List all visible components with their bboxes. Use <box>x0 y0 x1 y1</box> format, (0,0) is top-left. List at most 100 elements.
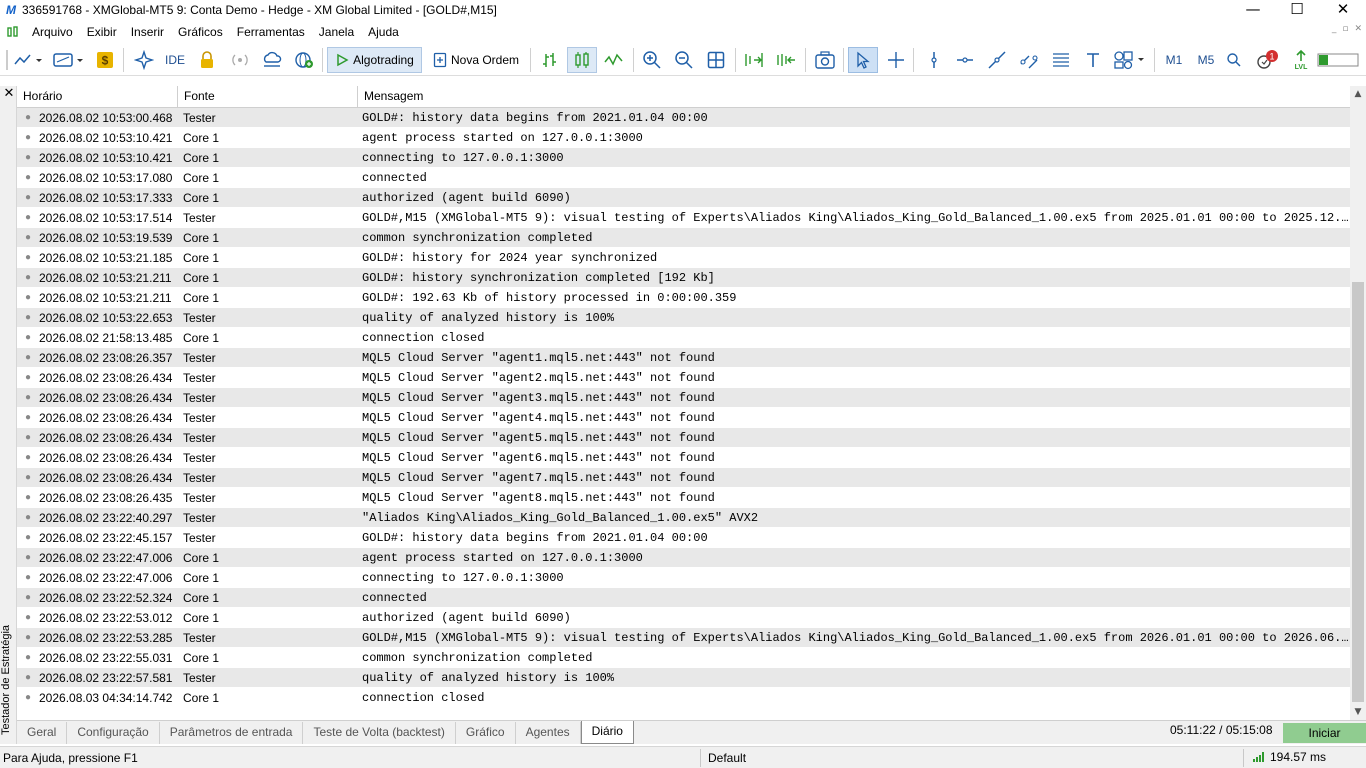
scroll-up-icon[interactable]: ▲ <box>1350 86 1366 102</box>
table-row[interactable]: ● 2026.08.02 23:22:55.031 Core 1 common syn… <box>17 648 1350 668</box>
notifications-icon[interactable]: 1 <box>1252 47 1280 73</box>
close-panel-icon[interactable]: ✕ <box>2 87 16 101</box>
vertical-line-icon[interactable] <box>922 47 946 73</box>
start-button[interactable]: Iniciar <box>1283 723 1366 743</box>
status-connection[interactable]: 194.57 ms <box>1252 750 1326 764</box>
close-button[interactable]: ✕ <box>1320 0 1366 18</box>
bar-chart-icon[interactable] <box>538 47 562 73</box>
menu-inserir[interactable]: Inserir <box>125 21 172 43</box>
trendline-icon[interactable] <box>985 47 1009 73</box>
zoom-in-icon[interactable] <box>640 47 664 73</box>
row-message: GOLD#: history data begins from 2021.01.… <box>362 530 708 545</box>
timeframe-m5-button[interactable]: M5 <box>1192 47 1220 73</box>
table-row[interactable]: ● 2026.08.02 23:22:53.285 Tester GOLD#,M15 … <box>17 628 1350 648</box>
table-row[interactable]: ● 2026.08.02 10:53:17.333 Core 1 authorized… <box>17 188 1350 208</box>
tab-configura-o[interactable]: Configuração <box>67 722 160 744</box>
scroll-down-icon[interactable]: ▼ <box>1350 704 1366 720</box>
row-bullet-icon: ● <box>24 131 32 143</box>
mdi-restore-button[interactable]: ▫ <box>1342 24 1348 34</box>
column-header-message[interactable]: Mensagem <box>358 86 1350 108</box>
table-row[interactable]: ● 2026.08.02 23:08:26.434 Tester MQL5 Cloud… <box>17 368 1350 388</box>
table-row[interactable]: ● 2026.08.02 23:22:47.006 Core 1 agent proc… <box>17 548 1350 568</box>
table-row[interactable]: ● 2026.08.02 10:53:00.468 Tester GOLD#: his… <box>17 108 1350 128</box>
tab-teste-de-volta-backtest[interactable]: Teste de Volta (backtest) <box>303 722 456 744</box>
status-profile: Default <box>708 751 747 765</box>
table-row[interactable]: ● 2026.08.02 10:53:17.080 Core 1 connected <box>17 168 1350 188</box>
cloud-icon[interactable] <box>260 47 284 73</box>
menu-janela[interactable]: Janela <box>313 21 362 43</box>
menu-ajuda[interactable]: Ajuda <box>362 21 407 43</box>
mdi-minimize-button[interactable]: _ <box>1332 24 1337 34</box>
zoom-out-icon[interactable] <box>672 47 696 73</box>
lock-icon[interactable] <box>196 47 218 73</box>
sparkle-icon[interactable] <box>132 47 156 73</box>
table-row[interactable]: ● 2026.08.02 23:08:26.434 Tester MQL5 Cloud… <box>17 408 1350 428</box>
table-row[interactable]: ● 2026.08.02 23:08:26.435 Tester MQL5 Cloud… <box>17 488 1350 508</box>
chart-shift-icon[interactable] <box>742 47 766 73</box>
minimize-button[interactable]: — <box>1230 0 1276 18</box>
mdi-close-button[interactable]: ✕ <box>1354 24 1362 34</box>
table-row[interactable]: ● 2026.08.02 23:22:53.012 Core 1 authorized… <box>17 608 1350 628</box>
table-row[interactable]: ● 2026.08.02 23:22:40.297 Tester "Aliados K… <box>17 508 1350 528</box>
table-row[interactable]: ● 2026.08.02 23:22:45.157 Tester GOLD#: his… <box>17 528 1350 548</box>
signal-icon[interactable] <box>228 47 252 73</box>
menu-exibir[interactable]: Exibir <box>81 21 125 43</box>
maximize-button[interactable]: ☐ <box>1274 0 1320 18</box>
row-source: Core 1 <box>183 250 220 265</box>
line-chart-icon[interactable] <box>602 47 626 73</box>
table-row[interactable]: ● 2026.08.02 10:53:21.185 Core 1 GOLD#: his… <box>17 248 1350 268</box>
candlestick-icon[interactable] <box>567 47 597 73</box>
new-order-button[interactable]: Nova Ordem <box>428 47 524 73</box>
table-row[interactable]: ● 2026.08.02 10:53:21.211 Core 1 GOLD#: his… <box>17 268 1350 288</box>
timeframe-m5-label: M5 <box>1197 53 1215 67</box>
algotrading-button[interactable]: Algotrading <box>327 47 422 73</box>
timeframe-m1-button[interactable]: M1 <box>1160 47 1188 73</box>
table-row[interactable]: ● 2026.08.02 10:53:10.421 Core 1 connecting… <box>17 148 1350 168</box>
table-row[interactable]: ● 2026.08.02 10:53:19.539 Core 1 common syn… <box>17 228 1350 248</box>
scroll-thumb[interactable] <box>1352 282 1364 702</box>
tab-agentes[interactable]: Agentes <box>516 722 581 744</box>
vertical-scrollbar[interactable]: ▲ ▼ <box>1350 86 1366 720</box>
table-row[interactable]: ● 2026.08.02 23:08:26.434 Tester MQL5 Cloud… <box>17 428 1350 448</box>
column-header-time[interactable]: Horário <box>17 86 178 108</box>
tile-windows-icon[interactable] <box>704 47 728 73</box>
table-row[interactable]: ● 2026.08.02 10:53:21.211 Core 1 GOLD#: 192… <box>17 288 1350 308</box>
ide-button[interactable]: IDE <box>162 47 188 73</box>
table-row[interactable]: ● 2026.08.02 21:58:13.485 Core 1 connection… <box>17 328 1350 348</box>
tab-di-rio[interactable]: Diário <box>580 721 634 744</box>
table-row[interactable]: ● 2026.08.02 23:08:26.434 Tester MQL5 Cloud… <box>17 448 1350 468</box>
channel-icon[interactable] <box>1017 47 1041 73</box>
tab-geral[interactable]: Geral <box>17 722 68 744</box>
menu-arquivo[interactable]: Arquivo <box>26 21 81 43</box>
menu-graficos[interactable]: Gráficos <box>172 21 231 43</box>
table-row[interactable]: ● 2026.08.02 10:53:22.653 Tester quality of… <box>17 308 1350 328</box>
search-icon[interactable] <box>1224 47 1244 73</box>
table-row[interactable]: ● 2026.08.02 23:08:26.434 Tester MQL5 Cloud… <box>17 388 1350 408</box>
table-row[interactable]: ● 2026.08.02 23:22:47.006 Core 1 connecting… <box>17 568 1350 588</box>
horizontal-line-icon[interactable] <box>953 47 977 73</box>
table-row[interactable]: ● 2026.08.03 04:34:14.742 Core 1 connection… <box>17 688 1350 708</box>
chart-template-dropdown-icon[interactable] <box>50 47 86 73</box>
table-row[interactable]: ● 2026.08.02 23:22:57.581 Tester quality of… <box>17 668 1350 688</box>
table-row[interactable]: ● 2026.08.02 10:53:17.514 Tester GOLD#,M15 … <box>17 208 1350 228</box>
table-row[interactable]: ● 2026.08.02 23:08:26.357 Tester MQL5 Cloud… <box>17 348 1350 368</box>
column-header-source[interactable]: Fonte <box>178 86 358 108</box>
table-row[interactable]: ● 2026.08.02 10:53:10.421 Core 1 agent proc… <box>17 128 1350 148</box>
menu-ferramentas[interactable]: Ferramentas <box>231 21 313 43</box>
shapes-dropdown-icon[interactable] <box>1112 47 1148 73</box>
toolbar-grip <box>6 47 8 73</box>
crosshair-icon[interactable] <box>884 47 908 73</box>
toolbar-separator <box>530 48 531 72</box>
tab-gr-fico[interactable]: Gráfico <box>456 722 516 744</box>
table-row[interactable]: ● 2026.08.02 23:08:26.434 Tester MQL5 Cloud… <box>17 468 1350 488</box>
fibonacci-icon[interactable] <box>1049 47 1073 73</box>
line-chart-dropdown-icon[interactable] <box>12 47 44 73</box>
text-icon[interactable] <box>1081 47 1105 73</box>
tab-par-metros-de-entrada[interactable]: Parâmetros de entrada <box>160 722 304 744</box>
globe-add-icon[interactable] <box>292 47 316 73</box>
screenshot-icon[interactable] <box>812 47 838 73</box>
cursor-icon[interactable] <box>848 47 878 73</box>
autoscroll-icon[interactable] <box>774 47 798 73</box>
dollar-icon[interactable]: $ <box>94 47 116 73</box>
table-row[interactable]: ● 2026.08.02 23:22:52.324 Core 1 connected <box>17 588 1350 608</box>
